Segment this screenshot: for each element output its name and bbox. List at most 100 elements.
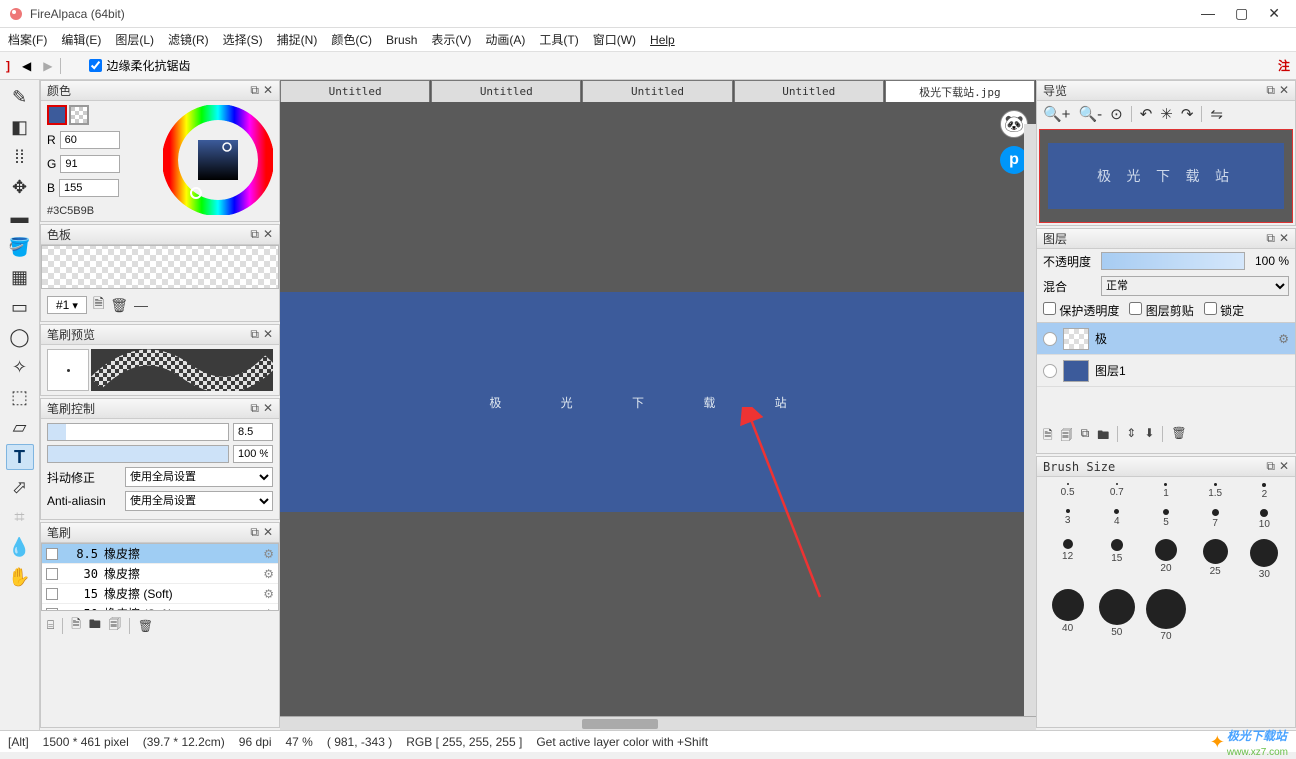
wand-tool[interactable]: ✧ xyxy=(6,354,34,380)
brush-size-item[interactable]: 25 xyxy=(1191,539,1240,583)
undock-icon[interactable]: ⧉ xyxy=(250,401,259,416)
lasso-tool[interactable]: ⬚ xyxy=(6,384,34,410)
add-swatch-icon[interactable]: 🗎 xyxy=(93,293,104,317)
hand-tool[interactable]: ✋ xyxy=(6,564,34,590)
zoom-fit-icon[interactable]: ⊙ xyxy=(1110,105,1123,123)
close-panel-icon[interactable]: ✕ xyxy=(263,401,273,416)
merge-icon[interactable]: ⇕ xyxy=(1126,426,1136,447)
menu-window[interactable]: 窗口(W) xyxy=(593,31,636,48)
foreground-swatch[interactable] xyxy=(47,105,67,125)
fill-tool[interactable]: ▬ xyxy=(6,204,34,230)
brush-size-item[interactable]: 3 xyxy=(1043,509,1092,533)
brush-size-value[interactable] xyxy=(233,423,273,441)
menu-capture[interactable]: 捕捉(N) xyxy=(277,31,318,48)
input-b[interactable] xyxy=(59,179,119,197)
zoom-out-icon[interactable]: 🔍- xyxy=(1078,105,1102,123)
undock-icon[interactable]: ⧉ xyxy=(250,327,259,342)
blend-select[interactable]: 正常 xyxy=(1101,276,1289,296)
rotate-cw-icon[interactable]: ↷ xyxy=(1181,105,1194,123)
menu-anim[interactable]: 动画(A) xyxy=(485,31,525,48)
brush-size-grid[interactable]: 0.50.711.523457101215202530405070 xyxy=(1037,477,1295,657)
pointer-tool[interactable]: ⬀ xyxy=(6,474,34,500)
ellipse-select-tool[interactable]: ◯ xyxy=(6,324,34,350)
eyedropper-tool[interactable]: 💧 xyxy=(6,534,34,560)
new-layer-icon[interactable]: 🗎 xyxy=(1043,426,1053,447)
visibility-toggle[interactable] xyxy=(1043,364,1057,378)
antialias-checkbox[interactable]: 边缘柔化抗锯齿 xyxy=(89,57,190,74)
document-tab[interactable]: Untitled xyxy=(734,80,884,102)
close-panel-icon[interactable]: ✕ xyxy=(1279,231,1289,246)
brush-size-item[interactable]: 2 xyxy=(1240,483,1289,503)
menu-brush[interactable]: Brush xyxy=(386,33,417,47)
brush-size-item[interactable]: 1.5 xyxy=(1191,483,1240,503)
brush-size-header[interactable]: Brush Size ⧉✕ xyxy=(1037,457,1295,477)
dup-brush-icon[interactable]: 🗐 xyxy=(109,615,121,636)
delete-swatch-icon[interactable]: 🗑 xyxy=(110,297,128,314)
pen-tool[interactable]: ▱ xyxy=(6,414,34,440)
new-brush-icon[interactable]: 🗎 xyxy=(71,615,81,636)
undock-icon[interactable]: ⧉ xyxy=(250,83,259,98)
visibility-toggle[interactable] xyxy=(1043,332,1057,346)
gradient-tool[interactable]: ▦ xyxy=(6,264,34,290)
brush-tool[interactable]: ✎ xyxy=(6,84,34,110)
zoom-in-icon[interactable]: 🔍+ xyxy=(1043,105,1070,123)
input-r[interactable] xyxy=(60,131,120,149)
swatches-header[interactable]: 色板 ⧉✕ xyxy=(41,225,279,245)
brush-size-item[interactable]: 15 xyxy=(1092,539,1141,583)
brush-list[interactable]: 8.5橡皮擦⚙30橡皮擦⚙15橡皮擦 (Soft)⚙50橡皮擦 (Soft)⚙ xyxy=(41,543,279,611)
brush-size-item[interactable]: 7 xyxy=(1191,509,1240,533)
brush-item[interactable]: 30橡皮擦⚙ xyxy=(42,564,278,584)
brush-size-item[interactable]: 40 xyxy=(1043,589,1092,645)
shape-tool[interactable]: ⌗ xyxy=(6,504,34,530)
brush-size-item[interactable]: 20 xyxy=(1141,539,1190,583)
brush-size-item[interactable]: 5 xyxy=(1141,509,1190,533)
menu-tool[interactable]: 工具(T) xyxy=(539,31,578,48)
undock-icon[interactable]: ⧉ xyxy=(1266,83,1275,98)
close-panel-icon[interactable]: ✕ xyxy=(263,525,273,540)
prev-button[interactable]: ◀ xyxy=(22,59,31,73)
undock-icon[interactable]: ⧉ xyxy=(1266,459,1275,474)
document-tab[interactable]: 极光下载站.jpg xyxy=(885,80,1035,102)
maximize-button[interactable]: ▢ xyxy=(1235,5,1248,22)
menu-file[interactable]: 档案(F) xyxy=(8,31,47,48)
text-tool[interactable]: T xyxy=(6,444,34,470)
menu-edit[interactable]: 编辑(E) xyxy=(61,31,101,48)
new-group-icon[interactable]: 🗐 xyxy=(1061,426,1073,447)
rect-select-tool[interactable]: ▭ xyxy=(6,294,34,320)
swatch-set-select[interactable]: #1 ▾ xyxy=(47,296,87,314)
delete-brush-icon[interactable]: 🗑 xyxy=(138,619,153,633)
opacity-slider[interactable] xyxy=(1101,252,1245,270)
dup-layer-icon[interactable]: ⧉ xyxy=(1081,426,1090,447)
jitter-select[interactable]: 使用全局设置 xyxy=(125,467,273,487)
undock-icon[interactable]: ⧉ xyxy=(1266,231,1275,246)
brush-size-item[interactable]: 30 xyxy=(1240,539,1289,583)
reset-icon[interactable]: ✳ xyxy=(1160,105,1173,123)
brush-item[interactable]: 8.5橡皮擦⚙ xyxy=(42,544,278,564)
download-icon[interactable]: ⬇ xyxy=(1144,426,1154,447)
layer-header[interactable]: 图层 ⧉✕ xyxy=(1037,229,1295,249)
close-panel-icon[interactable]: ✕ xyxy=(263,83,273,98)
brush-size-item[interactable]: 0.5 xyxy=(1043,483,1092,503)
menu-select[interactable]: 选择(S) xyxy=(223,31,263,48)
brush-size-item[interactable]: 4 xyxy=(1092,509,1141,533)
minimize-button[interactable]: — xyxy=(1201,5,1215,22)
brush-size-item[interactable]: 0.7 xyxy=(1092,483,1141,503)
brush-size-item[interactable]: 1 xyxy=(1141,483,1190,503)
brush-menu-icon[interactable]: ⌸ xyxy=(47,618,54,633)
layer-item[interactable]: 极⚙ xyxy=(1037,323,1295,355)
undock-icon[interactable]: ⧉ xyxy=(250,227,259,242)
canvas-viewport[interactable]: 极 光 下 载 站 🐼 p xyxy=(280,102,1036,730)
layer-item[interactable]: 图层1 xyxy=(1037,355,1295,387)
canvas-hscroll[interactable] xyxy=(280,716,1036,730)
gear-icon[interactable]: ⚙ xyxy=(1278,332,1289,346)
menu-color[interactable]: 颜色(C) xyxy=(331,31,372,48)
brush-item[interactable]: 15橡皮擦 (Soft)⚙ xyxy=(42,584,278,604)
folder-icon[interactable]: 🖿 xyxy=(1097,426,1109,447)
flip-icon[interactable]: ⇋ xyxy=(1210,105,1223,123)
brush-opacity-slider[interactable] xyxy=(47,445,229,463)
aa-select[interactable]: 使用全局设置 xyxy=(125,491,273,511)
rotate-ccw-icon[interactable]: ↶ xyxy=(1140,105,1153,123)
brush-size-item[interactable]: 50 xyxy=(1092,589,1141,645)
navigator-header[interactable]: 导览 ⧉✕ xyxy=(1037,81,1295,101)
delete-layer-icon[interactable]: 🗑 xyxy=(1171,426,1186,447)
